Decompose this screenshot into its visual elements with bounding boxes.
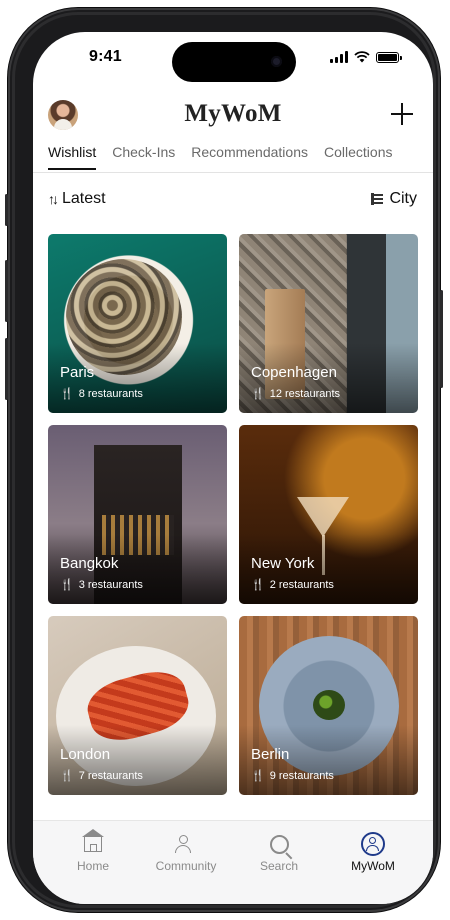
battery-icon <box>376 52 402 63</box>
tab-wishlist[interactable]: Wishlist <box>48 144 97 170</box>
wifi-icon <box>354 51 370 63</box>
city-card-bangkok[interactable]: Bangkok 🍴 3 restaurants <box>48 425 227 604</box>
tabs-divider <box>33 172 433 173</box>
city-card-berlin[interactable]: Berlin 🍴 9 restaurants <box>239 616 418 795</box>
camera-icon <box>271 56 282 67</box>
nav-search[interactable]: Search <box>234 829 324 873</box>
city-card-new-york[interactable]: New York 🍴 2 restaurants <box>239 425 418 604</box>
bottom-nav: Home Community Search MyWoM <box>33 820 433 904</box>
group-by-button[interactable]: City <box>371 190 417 208</box>
city-name: London <box>60 746 111 763</box>
phone-frame: 9:41 MyWoM Wishlist Check-Ins Recommenda… <box>5 8 443 912</box>
group-by-label: City <box>389 190 417 207</box>
city-name: Berlin <box>251 746 290 763</box>
city-name: New York <box>251 555 315 572</box>
nav-home[interactable]: Home <box>48 828 138 873</box>
community-icon <box>175 835 197 853</box>
status-icons <box>330 51 402 63</box>
city-grid: Paris 🍴 8 restaurants Copenhagen 🍴 12 rest… <box>48 234 418 795</box>
tab-bar: Wishlist Check-Ins Recommendations Colle… <box>48 144 392 170</box>
tab-collections[interactable]: Collections <box>324 144 392 170</box>
fork-knife-icon: 🍴 <box>251 579 265 591</box>
search-icon <box>269 834 289 854</box>
action-button <box>5 194 8 226</box>
nav-label: Community <box>155 859 217 873</box>
nav-community[interactable]: Community <box>141 829 231 873</box>
sort-button[interactable]: ↑↓ Latest <box>48 190 106 208</box>
volume-down-button <box>5 338 8 400</box>
restaurant-count: 3 restaurants <box>78 578 143 591</box>
fork-knife-icon: 🍴 <box>251 388 265 400</box>
city-card-copenhagen[interactable]: Copenhagen 🍴 12 restaurants <box>239 234 418 413</box>
restaurant-count: 12 restaurants <box>269 387 341 400</box>
add-button[interactable] <box>391 103 413 125</box>
tab-recommendations[interactable]: Recommendations <box>191 144 308 170</box>
city-card-london[interactable]: London 🍴 7 restaurants <box>48 616 227 795</box>
volume-up-button <box>5 260 8 322</box>
sort-arrows-icon: ↑↓ <box>48 191 59 207</box>
fork-knife-icon: 🍴 <box>60 770 74 782</box>
status-time: 9:41 <box>89 48 122 65</box>
nav-label: Search <box>259 859 299 873</box>
fork-knife-icon: 🍴 <box>60 388 74 400</box>
dynamic-island <box>172 42 296 82</box>
city-name: Copenhagen <box>251 364 337 381</box>
power-button <box>440 290 443 388</box>
city-name: Bangkok <box>60 555 119 572</box>
restaurant-count: 9 restaurants <box>269 769 334 782</box>
city-card-paris[interactable]: Paris 🍴 8 restaurants <box>48 234 227 413</box>
fork-knife-icon: 🍴 <box>60 579 74 591</box>
city-name: Paris <box>60 364 95 381</box>
home-icon <box>82 828 104 852</box>
nav-label: Home <box>76 859 109 873</box>
screen: 9:41 MyWoM Wishlist Check-Ins Recommenda… <box>33 32 433 904</box>
signal-icon <box>330 51 348 63</box>
tab-check-ins[interactable]: Check-Ins <box>112 144 175 170</box>
fork-knife-icon: 🍴 <box>251 770 265 782</box>
restaurant-count: 7 restaurants <box>78 769 143 782</box>
restaurant-count: 8 restaurants <box>78 387 143 400</box>
nav-label: MyWoM <box>351 859 395 873</box>
list-icon <box>371 193 384 205</box>
profile-icon <box>361 832 385 856</box>
nav-mywom[interactable]: MyWoM <box>328 829 418 873</box>
page-title: MyWoM <box>184 100 282 127</box>
restaurant-count: 2 restaurants <box>269 578 334 591</box>
sort-label: Latest <box>62 190 106 207</box>
